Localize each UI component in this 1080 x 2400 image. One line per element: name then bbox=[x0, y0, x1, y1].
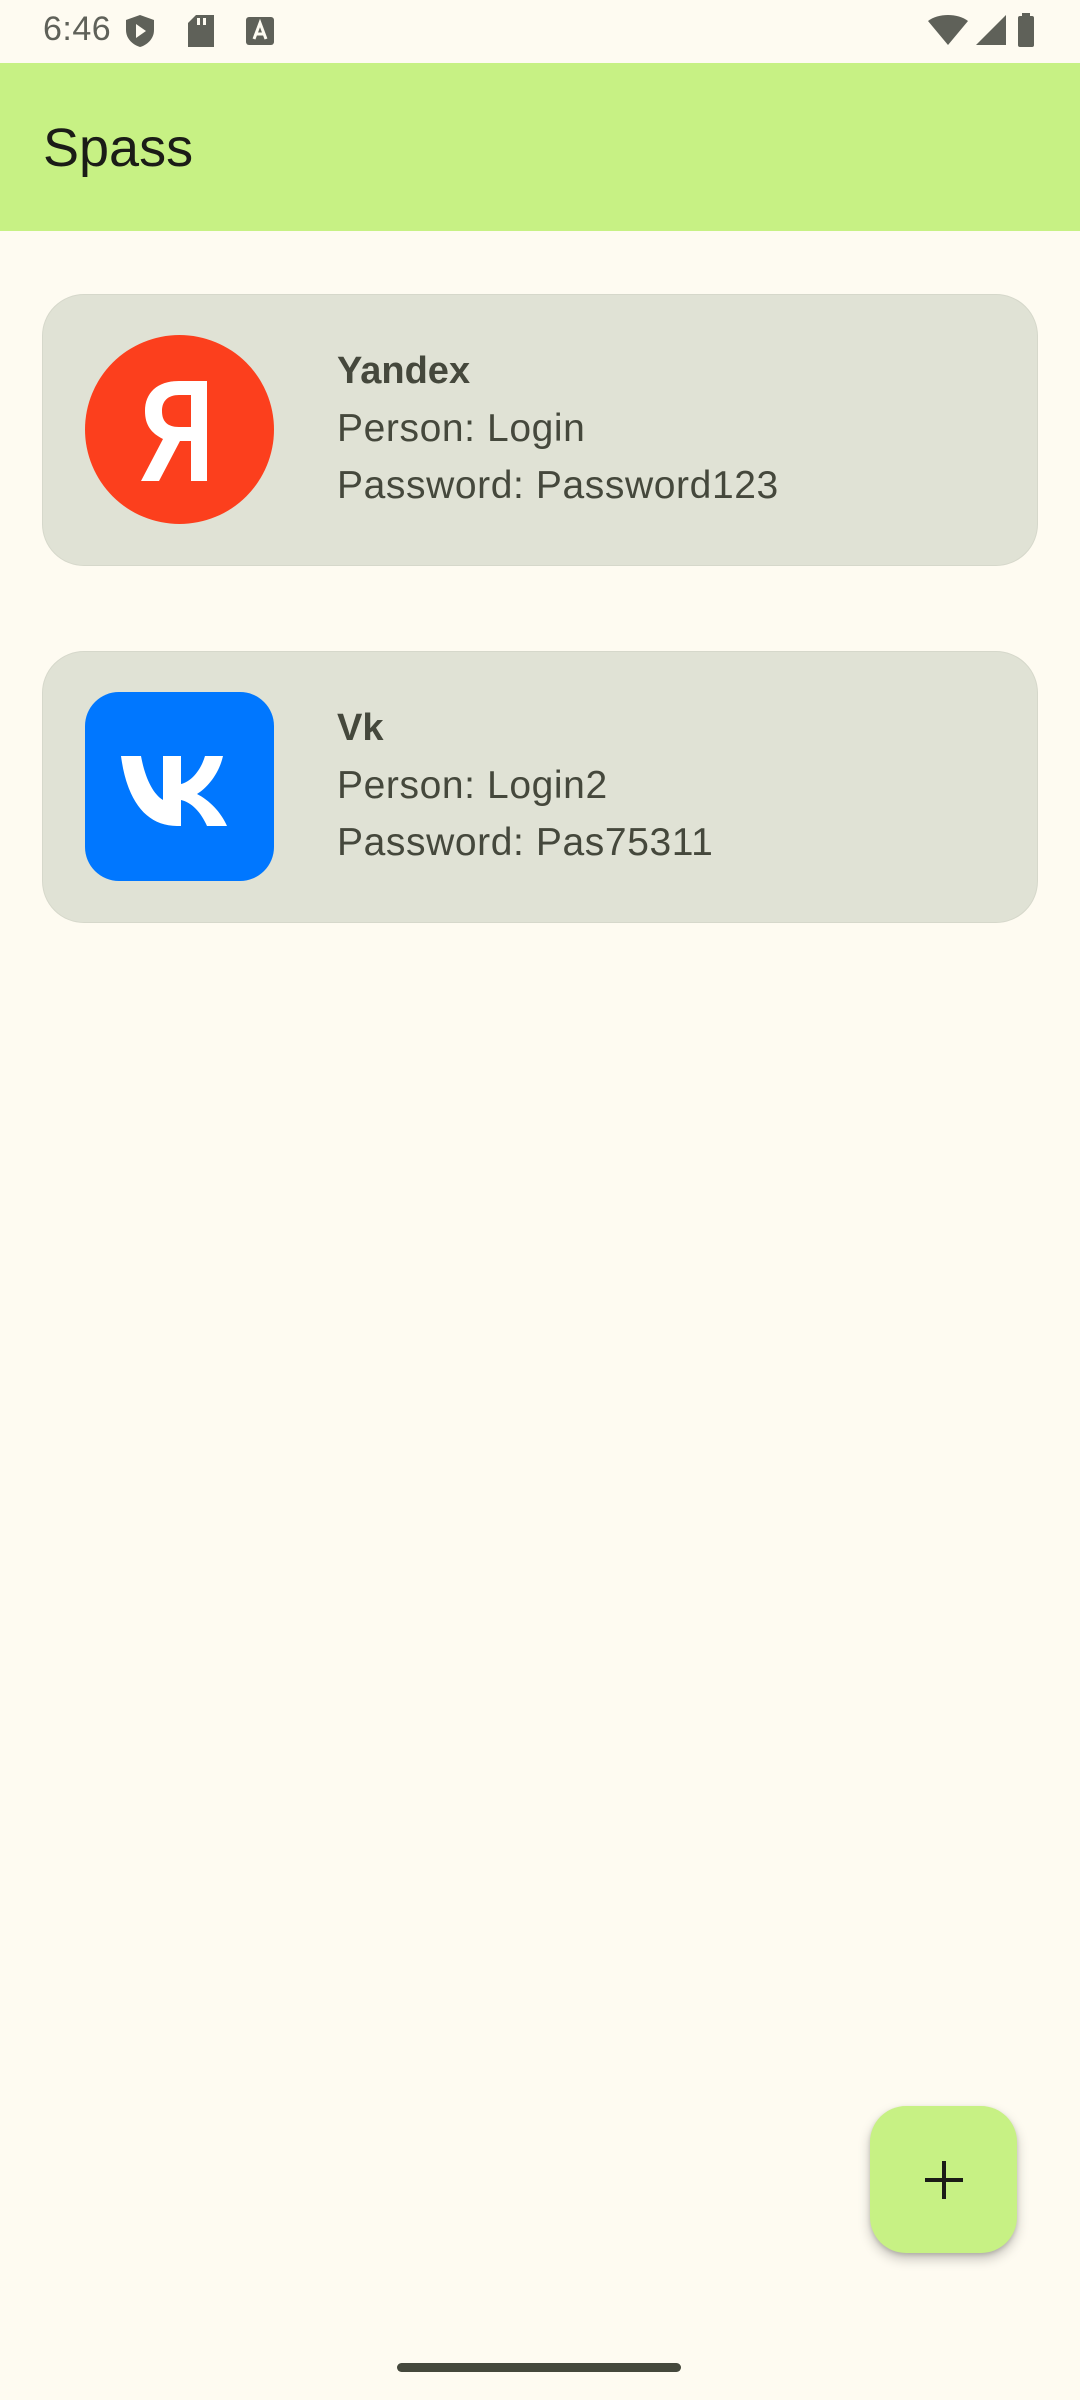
entry-service-name: Vk bbox=[337, 707, 384, 749]
yandex-logo-icon bbox=[85, 335, 274, 524]
status-right-icons bbox=[928, 13, 1034, 47]
entry-details: Yandex Person: Login Password: Password1… bbox=[337, 343, 779, 514]
signal-icon bbox=[976, 15, 1006, 45]
sd-card-icon bbox=[188, 15, 214, 47]
status-left-icons bbox=[126, 15, 274, 47]
status-bar: 6:46 bbox=[0, 0, 1080, 63]
font-download-icon bbox=[246, 17, 274, 45]
entry-person: Person: Login2 bbox=[337, 764, 608, 807]
shield-play-icon bbox=[126, 15, 154, 47]
top-app-bar: Spass bbox=[0, 63, 1080, 231]
password-entry-yandex[interactable]: Yandex Person: Login Password: Password1… bbox=[42, 294, 1038, 566]
battery-icon bbox=[1018, 13, 1034, 47]
status-time: 6:46 bbox=[43, 10, 112, 48]
entry-person: Person: Login bbox=[337, 407, 586, 450]
entry-password: Password: Password123 bbox=[337, 464, 779, 507]
wifi-icon bbox=[928, 15, 968, 45]
gesture-nav-handle[interactable] bbox=[397, 2363, 681, 2372]
plus-icon bbox=[924, 2160, 963, 2199]
password-entry-vk[interactable]: Vk Person: Login2 Password: Pas75311 bbox=[42, 651, 1038, 923]
add-entry-button[interactable] bbox=[870, 2106, 1017, 2253]
entry-details: Vk Person: Login2 Password: Pas75311 bbox=[337, 700, 713, 871]
entry-service-name: Yandex bbox=[337, 350, 471, 392]
entry-password: Password: Pas75311 bbox=[337, 821, 714, 864]
vk-logo-icon bbox=[85, 692, 274, 881]
app-title: Spass bbox=[43, 118, 194, 178]
